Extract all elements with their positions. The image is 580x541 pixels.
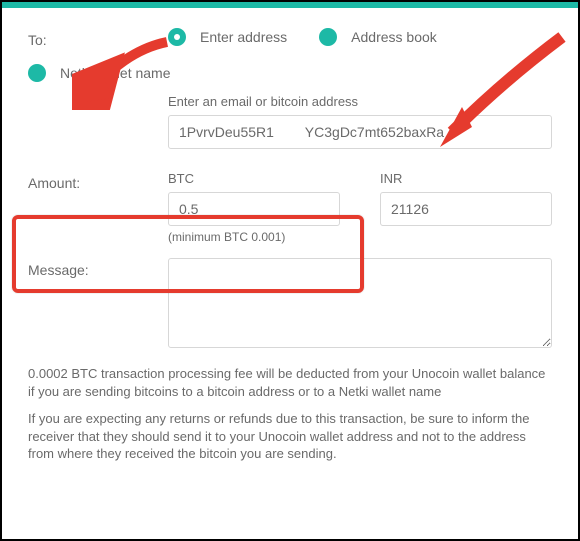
message-row: Message: [28, 258, 552, 351]
address-label: Enter an email or bitcoin address [168, 94, 552, 109]
inr-label: INR [380, 171, 552, 186]
radio-enter-address[interactable] [168, 28, 186, 46]
radio-address-book-label: Address book [351, 29, 437, 45]
fee-note: 0.0002 BTC transaction processing fee wi… [28, 365, 552, 400]
message-col [168, 258, 552, 351]
amount-label: Amount: [28, 171, 168, 191]
message-input[interactable] [168, 258, 552, 348]
address-block: Enter an email or bitcoin address [168, 94, 552, 149]
btc-min-text: (minimum BTC 0.001) [168, 230, 340, 244]
radio-netki[interactable] [28, 64, 46, 82]
message-label: Message: [28, 258, 168, 278]
to-options: Enter address Address book [168, 28, 552, 46]
inr-input[interactable] [380, 192, 552, 226]
amount-fields: BTC (minimum BTC 0.001) INR [168, 171, 552, 244]
radio-netki-label: Netki wallet name [60, 65, 171, 81]
btc-input[interactable] [168, 192, 340, 226]
netki-row: Netki wallet name [28, 64, 552, 82]
btc-label: BTC [168, 171, 340, 186]
btc-col: BTC (minimum BTC 0.001) [168, 171, 340, 244]
to-label: To: [28, 28, 168, 48]
to-row: To: Enter address Address book [28, 28, 552, 48]
radio-address-book[interactable] [319, 28, 337, 46]
address-input[interactable] [168, 115, 552, 149]
radio-enter-address-label: Enter address [200, 29, 287, 45]
inr-col: INR [380, 171, 552, 244]
form-container: To: Enter address Address book Netki wal… [2, 8, 578, 477]
refund-note: If you are expecting any returns or refu… [28, 410, 552, 463]
amount-row: Amount: BTC (minimum BTC 0.001) INR [28, 171, 552, 244]
